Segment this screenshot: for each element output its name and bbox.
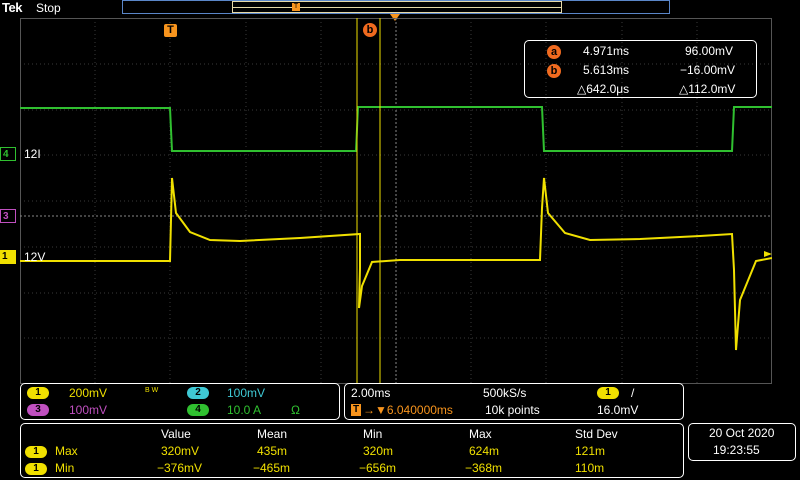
trigger-level[interactable]: 16.0mV <box>597 403 638 417</box>
trigger-slope-icon[interactable]: / <box>631 386 634 400</box>
datetime-panel[interactable]: 20 Oct 2020 19:23:55 <box>688 423 796 461</box>
cursor-a-icon: a <box>547 45 561 59</box>
ch4-label: 12I <box>24 147 41 161</box>
time: 19:23:55 <box>713 443 760 457</box>
cursor-delta-time: △642.0μs <box>577 82 630 96</box>
run-status[interactable]: Stop <box>36 1 61 15</box>
table-row[interactable]: 1 Max 320mV 435m 320m 624m 121m <box>21 444 685 460</box>
ch1-scale[interactable]: 200mV <box>69 386 107 400</box>
meas-row-value: −376mV <box>157 461 203 475</box>
meas-row-value: 320mV <box>161 444 200 458</box>
cursor-b-icon: b <box>547 64 561 78</box>
ch2-chip[interactable]: 2 <box>187 387 209 399</box>
trigger-level-arrow-icon[interactable] <box>764 251 772 257</box>
trigger-position-icon: T <box>164 24 177 37</box>
overview-view-window[interactable] <box>232 1 562 13</box>
meas-row-min: 320m <box>363 444 394 458</box>
ch1-bandwidth-limit: B W <box>145 387 159 394</box>
ch1-chip[interactable]: 1 <box>27 387 49 399</box>
trigger-source-chip[interactable]: 1 <box>597 387 619 399</box>
meas-row-name: Min <box>55 461 75 475</box>
ch3-scale[interactable]: 100mV <box>69 403 107 417</box>
table-row[interactable]: 1 Min −376mV −465m −656m −368m 110m <box>21 461 685 477</box>
meas-header-value: Value <box>161 427 191 441</box>
cursor-b-value: −16.00mV <box>680 63 736 77</box>
cursor-b-marker-icon[interactable]: b <box>363 23 377 37</box>
overview-trigger-icon: T <box>292 3 300 11</box>
measurements-panel: Value Mean Min Max Std Dev 1 Max 320mV 4… <box>20 423 684 478</box>
brand-logo: Tek <box>2 0 22 15</box>
record-length[interactable]: 10k points <box>485 403 540 417</box>
ch3-chip[interactable]: 3 <box>27 404 49 416</box>
meas-header-mean: Mean <box>257 427 288 441</box>
ch1-label: 12V <box>24 250 46 264</box>
cursor-a-time: 4.971ms <box>583 44 630 58</box>
delay-trigger-icon: T <box>351 404 361 416</box>
meas-row-max: −368m <box>465 461 503 475</box>
meas-row-channel-chip: 1 <box>25 463 47 475</box>
cursor-readout: a 4.971ms 96.00mV b 5.613ms −16.00mV △64… <box>524 40 757 98</box>
ch4-chip[interactable]: 4 <box>187 404 209 416</box>
ch4-scale[interactable]: 10.0 A <box>227 403 261 417</box>
meas-row-mean: 435m <box>257 444 288 458</box>
ch4-termination: Ω <box>291 403 300 417</box>
cursor-b-time: 5.613ms <box>583 63 630 77</box>
meas-row-max: 624m <box>469 444 500 458</box>
meas-row-std-dev: 121m <box>575 444 606 458</box>
meas-header-std-dev: Std Dev <box>575 427 618 441</box>
ch4-ground-marker[interactable]: 4 <box>0 147 16 161</box>
cursor-a-value: 96.00mV <box>685 44 734 58</box>
ch2-scale[interactable]: 100mV <box>227 386 265 400</box>
sample-rate: 500kS/s <box>483 386 527 400</box>
ch3-ground-marker[interactable]: 3 <box>0 209 16 223</box>
meas-row-min: −656m <box>359 461 397 475</box>
timebase[interactable]: 2.00ms <box>351 386 390 400</box>
horizontal-settings-panel: 2.00ms 500kS/s T →▼6.040000ms 10k points… <box>344 383 684 420</box>
horizontal-delay[interactable]: →▼6.040000ms <box>363 403 453 417</box>
cursor-delta-value: △112.0mV <box>679 82 736 96</box>
top-bar: Tek Stop T <box>0 0 800 18</box>
meas-row-mean: −465m <box>253 461 291 475</box>
vertical-settings-panel: 1 200mV B W 2 100mV 3 100mV 4 10.0 A Ω <box>20 383 340 420</box>
meas-row-channel-chip: 1 <box>25 446 47 458</box>
ch4-waveform <box>20 106 772 152</box>
meas-header-min: Min <box>363 427 383 441</box>
ch1-ground-marker[interactable]: 1 <box>0 250 16 264</box>
meas-header-max: Max <box>469 427 492 441</box>
date: 20 Oct 2020 <box>709 426 775 440</box>
meas-row-std-dev: 110m <box>575 461 605 475</box>
meas-row-name: Max <box>55 444 78 458</box>
